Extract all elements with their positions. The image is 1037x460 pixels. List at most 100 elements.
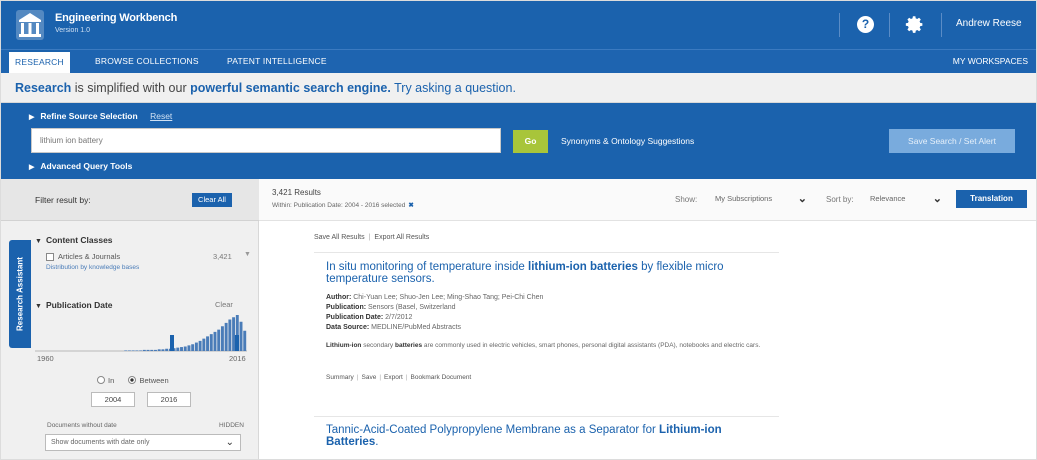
histogram-bar [131,350,135,351]
publication-date-histogram[interactable] [35,309,247,355]
save-link[interactable]: Save [362,374,377,381]
result-author: Author: Chi-Yuan Lee; Shuo-Jen Lee; Ming… [326,294,544,301]
histogram-bar [146,349,150,352]
radio-in-label: In [108,376,115,385]
chevron-down-icon: ⌄ [932,193,942,205]
histogram-bar [217,329,221,352]
gear-icon[interactable] [904,14,925,35]
result-title-link[interactable]: Tannic-Acid-Coated Polypropylene Membran… [326,424,776,448]
refine-reset-link[interactable]: Reset [150,111,172,121]
show-label: Show: [675,195,698,204]
building-logo-icon[interactable] [15,9,45,41]
bulk-actions: Save All Results | Export All Results [314,234,430,241]
header-divider [889,13,890,37]
caret-down-icon: ▼ [35,238,42,245]
histogram-bar [183,346,187,351]
year-from-input[interactable]: 2004 [91,392,135,407]
caret-right-icon: ▶ [29,164,35,171]
research-assistant-label: Research Assistant [15,257,25,331]
range-handle-start[interactable] [170,335,174,351]
show-select[interactable]: My Subscriptions ⌄ [707,190,811,208]
histogram-bar [209,334,213,352]
search-panel: ▶ Refine Source Selection Reset Go Synony… [1,103,1036,179]
articles-count: 3,421 [213,252,232,261]
sort-select[interactable]: Relevance ⌄ [862,190,946,208]
sort-label: Sort by: [826,195,854,204]
bookmark-link[interactable]: Bookmark Document [411,374,472,381]
radio-in[interactable] [97,376,105,384]
result-date: Publication Date: 2/7/2012 [326,314,413,321]
tab-browse-collections[interactable]: BROWSE COLLECTIONS [89,50,205,73]
distribution-link[interactable]: Distribution by knowledge bases [46,264,139,271]
save-all-results-link[interactable]: Save All Results [314,234,365,241]
app-version: Version 1.0 [55,27,91,34]
remove-filter-icon[interactable]: ✖ [408,202,413,209]
my-workspaces-link[interactable]: MY WORKSPACES [953,50,1028,73]
save-search-button[interactable]: Save Search / Set Alert [889,129,1015,153]
show-select-value: My Subscriptions [715,194,773,203]
tagline-text: is simplified with our [71,81,191,95]
user-menu[interactable]: Andrew Reese [956,18,1022,29]
app-title: Engineering Workbench [55,12,178,24]
help-icon[interactable]: ? [857,16,874,33]
year-to-input[interactable]: 2016 [147,392,191,407]
histogram-bar [206,336,210,352]
histogram-bar [228,319,232,351]
histogram-bar [202,338,206,352]
tagline-question-link[interactable]: Try asking a question. [391,81,516,95]
radio-between[interactable] [128,376,137,384]
range-handle-end[interactable] [235,335,239,351]
content-classes-toggle[interactable]: ▼ Content Classes [35,235,113,245]
filter-title: Filter result by: [35,195,91,205]
articles-checkbox[interactable] [46,253,54,261]
advanced-query-toggle[interactable]: ▶ Advanced Query Tools [29,161,132,171]
histogram-bar [127,350,131,351]
histogram-bar [135,350,139,351]
result-source: Data Source: MEDLINE/PubMed Abstracts [326,324,462,331]
documents-without-date-value: HIDDEN [219,422,244,429]
documents-date-select-value: Show documents with date only [51,439,150,446]
publication-date-clear[interactable]: Clear [215,300,233,309]
clear-all-button[interactable]: Clear All [192,193,232,207]
advanced-query-label: Advanced Query Tools [40,161,133,171]
synonyms-link[interactable]: Synonyms & Ontology Suggestions [561,136,694,146]
histogram-bar [150,349,154,352]
histogram-bar [194,342,198,351]
caret-right-icon: ▶ [29,114,35,121]
summary-link[interactable]: Summary [326,374,354,381]
histogram-bar [124,350,128,351]
export-link[interactable]: Export [384,374,403,381]
export-all-results-link[interactable]: Export All Results [374,234,429,241]
histogram-bar [165,348,169,351]
histogram-bar [139,350,143,351]
refine-source-toggle[interactable]: ▶ Refine Source Selection Reset [29,111,172,121]
search-input[interactable] [31,128,501,153]
sort-select-value: Relevance [870,194,906,203]
results-within: Within: Publication Date: 2004 - 2016 se… [272,201,414,209]
result-publication: Publication: Sensors (Basel, Switzerland [326,304,456,311]
histogram-bar [180,347,183,351]
tab-research[interactable]: RESEARCH [9,50,70,73]
documents-date-select[interactable]: Show documents with date only ⌄ [45,434,241,451]
histogram-bar [213,331,217,352]
header-divider [839,13,840,37]
results-toolbar: 3,421 Results Within: Publication Date: … [259,179,1036,221]
results-within-text: Within: Publication Date: 2004 - 2016 se… [272,202,406,209]
tab-patent-intelligence[interactable]: PATENT INTELLIGENCE [221,50,333,73]
result-title-link[interactable]: In situ monitoring of temperature inside… [326,261,776,285]
histogram-bar [243,330,247,351]
date-mode-radios: In Between [97,376,169,385]
translation-button[interactable]: Translation [956,190,1027,208]
histogram-bar [187,345,191,352]
research-assistant-tab[interactable]: Research Assistant [9,240,31,348]
histogram-bar [224,322,228,352]
histogram-bar [220,326,224,351]
filter-panel: Filter result by: Clear All ▼ Content Cla… [1,179,259,459]
chevron-down-icon[interactable]: ▼ [244,251,251,258]
refine-source-label: Refine Source Selection [40,111,138,121]
tagline-research: Research [15,81,72,95]
chevron-down-icon: ⌄ [797,193,807,205]
go-button[interactable]: Go [513,130,548,153]
histogram-start-year: 1960 [37,354,54,363]
header-divider [941,13,942,37]
